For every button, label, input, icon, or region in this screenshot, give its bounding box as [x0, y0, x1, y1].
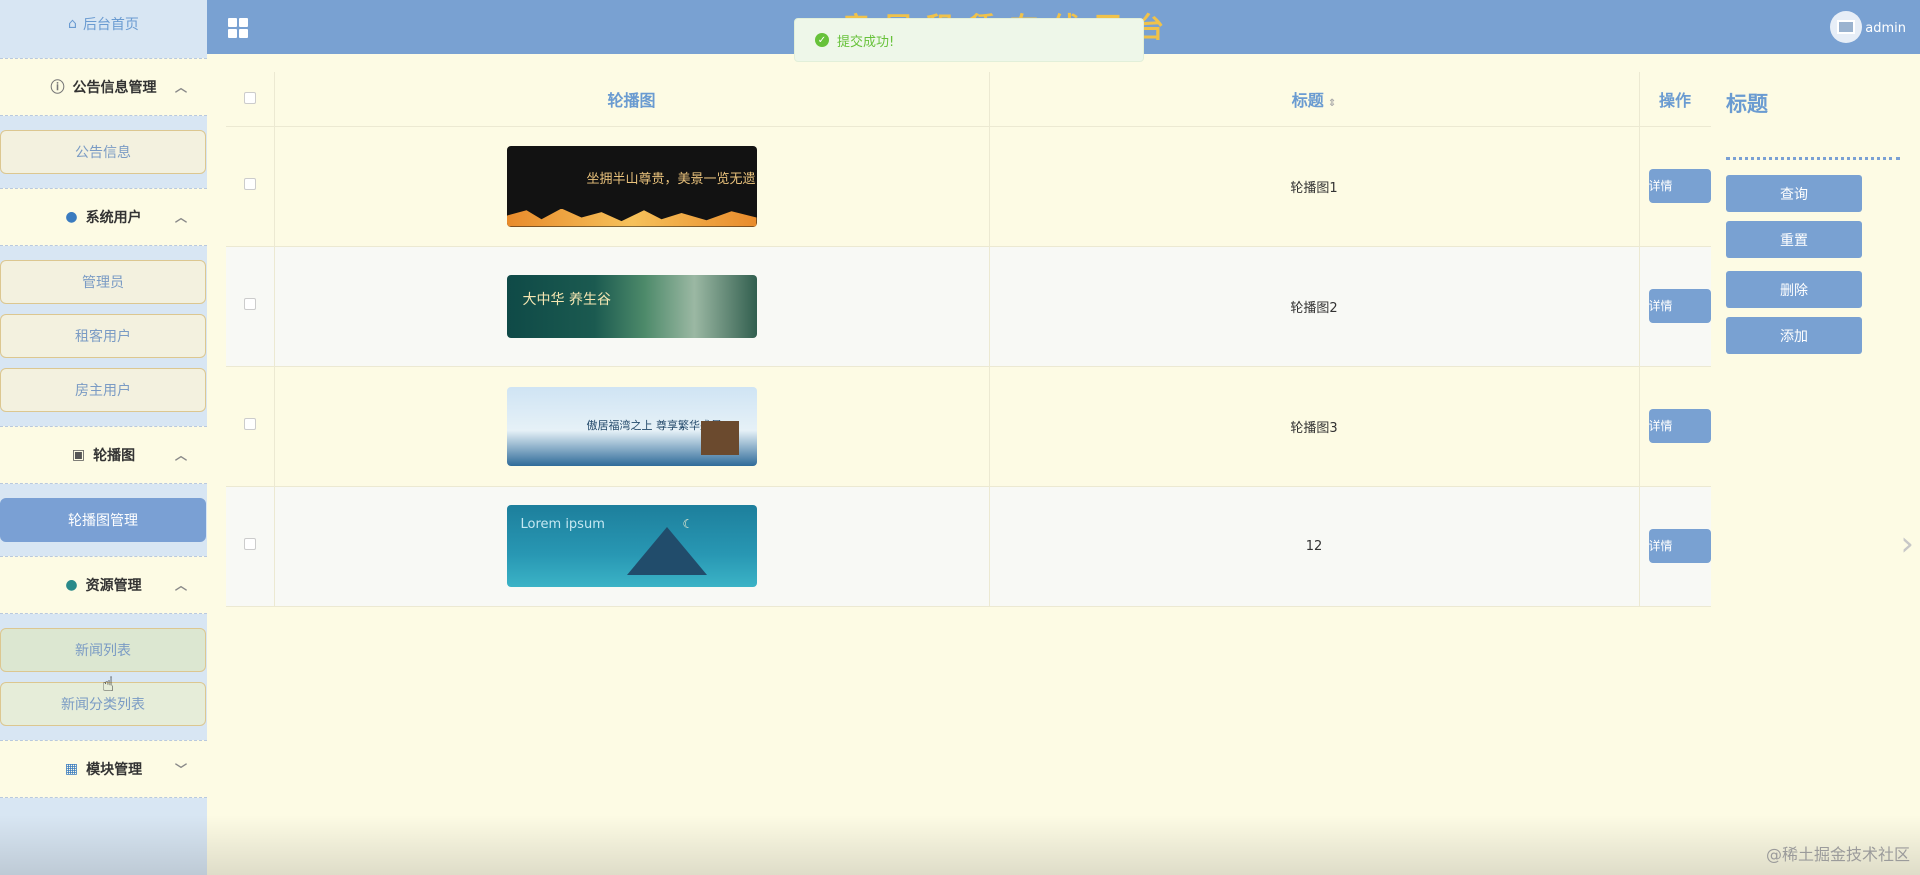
sidebar-group-modules[interactable]: ▦ 模块管理 ﹀ — [0, 740, 207, 798]
image-placeholder-icon — [1837, 20, 1855, 34]
row-title: 轮播图2 — [989, 246, 1640, 367]
chevron-up-icon: ︿ — [174, 448, 187, 463]
row-checkbox[interactable] — [243, 178, 256, 190]
row-checkbox[interactable] — [243, 418, 256, 430]
watermark: @稀土掘金技术社区 — [1765, 845, 1910, 864]
carousel-image: 大中华 养生谷 — [506, 274, 757, 338]
detail-button[interactable]: 详情 — [1648, 529, 1711, 563]
sidebar-group-label: 公告信息管理 — [72, 80, 157, 96]
search-panel-title: 标题 — [1726, 92, 1768, 116]
select-all-checkbox[interactable] — [243, 92, 256, 105]
check-circle-icon: ✓ — [815, 33, 829, 47]
detail-button[interactable]: 详情 — [1648, 409, 1711, 443]
bottom-shadow — [0, 815, 1920, 875]
chevron-up-icon: ︿ — [174, 210, 187, 225]
column-header-title-label: 标题 — [1291, 90, 1324, 110]
table-row: 傲居福湾之上 尊享繁华盛景 轮播图3 详情 — [226, 366, 1712, 487]
sidebar-group-users[interactable]: ● 系统用户 ︿ — [0, 188, 207, 246]
add-button[interactable]: 添加 — [1726, 317, 1862, 354]
select-all-cell — [226, 72, 275, 127]
sidebar-item-news-list[interactable]: 新闻列表 — [0, 628, 206, 672]
sidebar-item-admin[interactable]: 管理员 — [0, 260, 206, 304]
detail-button[interactable]: 详情 — [1648, 289, 1711, 323]
sidebar-group-notice[interactable]: ⓘ 公告信息管理 ︿ — [0, 58, 207, 116]
chevron-down-icon: ﹀ — [174, 762, 187, 777]
username[interactable]: admin — [1865, 21, 1906, 36]
sort-icon[interactable]: ⇕ — [1328, 98, 1336, 109]
apps-grid-icon[interactable] — [228, 18, 248, 38]
sidebar: ⌂ 后台首页 ⓘ 公告信息管理 ︿ 公告信息 ● 系统用户 ︿ 管理员 租客用户… — [0, 0, 207, 875]
row-title: 轮播图1 — [989, 126, 1640, 247]
column-header-action: 操作 — [1639, 72, 1712, 127]
sidebar-item-tenant-users[interactable]: 租客用户 — [0, 314, 206, 358]
banner-city-skyline — [506, 208, 757, 227]
banner-house — [700, 420, 739, 455]
sidebar-item-carousel-manage[interactable]: 轮播图管理 — [0, 498, 206, 542]
sidebar-group-carousel[interactable]: ▣ 轮播图 ︿ — [0, 426, 207, 484]
banner-text: 坐拥半山尊贵，美景一览无遗 — [586, 171, 756, 187]
table-row: 大中华 养生谷 轮播图2 详情 — [226, 246, 1712, 367]
sidebar-group-label: 资源管理 — [85, 578, 142, 594]
home-icon: ⌂ — [68, 16, 77, 32]
carousel-table: 轮播图 标题 ⇕ 操作 坐拥半山尊贵，美景一览无遗 轮播图1 详情 大中华 养生… — [226, 72, 1712, 607]
sidebar-home[interactable]: ⌂ 后台首页 — [0, 0, 207, 48]
banner-text: Lorem ipsum — [520, 517, 605, 532]
chevron-up-icon: ︿ — [174, 80, 187, 95]
banner-mountain — [626, 527, 707, 575]
location-pin-icon: ● — [65, 577, 78, 593]
banner-text: 大中华 养生谷 — [522, 291, 611, 308]
hand-cursor-icon: ☝ — [102, 672, 115, 696]
top-header: 房屋租赁在线平台 ✓ 提交成功! admin — [207, 0, 1920, 62]
table-row: 坐拥半山尊贵，美景一览无遗 轮播图1 详情 — [226, 126, 1712, 247]
column-header-title[interactable]: 标题 ⇕ — [989, 72, 1640, 127]
reset-button[interactable]: 重置 — [1726, 221, 1862, 258]
success-toast: ✓ 提交成功! — [794, 18, 1144, 62]
grid-icon: ▦ — [64, 761, 79, 777]
search-panel: 标题 查询 重置 删除 添加 › — [1711, 54, 1920, 875]
query-button[interactable]: 查询 — [1726, 175, 1862, 212]
row-checkbox[interactable] — [243, 298, 256, 310]
chevron-right-icon[interactable]: › — [1900, 524, 1914, 564]
chevron-up-icon: ︿ — [174, 578, 187, 593]
user-icon: ● — [65, 209, 78, 225]
sidebar-group-label: 系统用户 — [85, 210, 142, 226]
sidebar-item-landlord-users[interactable]: 房主用户 — [0, 368, 206, 412]
dotted-divider — [1726, 157, 1900, 160]
row-title: 轮播图3 — [989, 366, 1640, 487]
column-header-image: 轮播图 — [274, 72, 990, 127]
sidebar-home-label: 后台首页 — [82, 17, 139, 33]
delete-button[interactable]: 删除 — [1726, 271, 1862, 308]
carousel-image: 傲居福湾之上 尊享繁华盛景 — [506, 386, 757, 466]
table-row: Lorem ipsum ☾ 12 详情 — [226, 486, 1712, 607]
image-icon: ▣ — [71, 447, 86, 463]
toast-message: 提交成功! — [837, 34, 895, 50]
sidebar-item-notice-info[interactable]: 公告信息 — [0, 130, 206, 174]
carousel-image: Lorem ipsum ☾ — [506, 505, 757, 587]
row-title: 12 — [989, 486, 1640, 607]
row-checkbox[interactable] — [243, 538, 256, 550]
sidebar-group-label: 模块管理 — [86, 762, 143, 778]
detail-button[interactable]: 详情 — [1648, 169, 1711, 203]
carousel-image: 坐拥半山尊贵，美景一览无遗 — [506, 145, 757, 227]
sidebar-group-resources[interactable]: ● 资源管理 ︿ — [0, 556, 207, 614]
moon-icon: ☾ — [682, 517, 694, 531]
sidebar-group-label: 轮播图 — [93, 448, 136, 464]
avatar[interactable] — [1830, 11, 1862, 43]
info-circle-icon: ⓘ — [50, 80, 65, 96]
